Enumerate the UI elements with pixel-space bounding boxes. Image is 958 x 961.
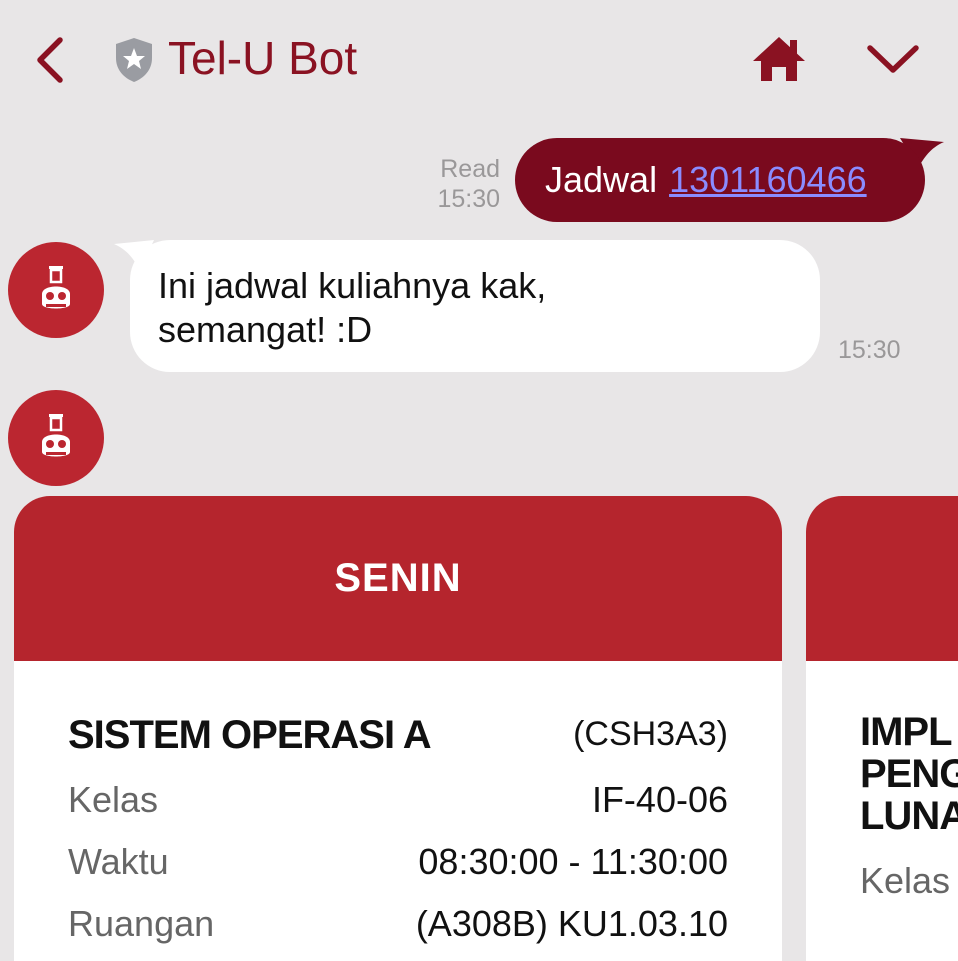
course-name: IMPL PENG LUNA — [860, 710, 958, 838]
card-body: SISTEM OPERASI A (CSH3A3) Kelas IF-40-06… — [14, 661, 782, 944]
detail-row-waktu: Waktu 08:30:00 - 11:30:00 — [68, 842, 728, 882]
bot-message-bubble: Ini jadwal kuliahnya kak, semangat! :D — [130, 240, 820, 372]
chevron-left-icon[interactable] — [28, 32, 72, 88]
chat-screen: Tel-U Bot Read 15:30 Jadwal 1301160466 I… — [0, 0, 958, 961]
detail-label: Kelas — [860, 860, 951, 901]
bot-avatar[interactable] — [8, 242, 104, 338]
user-message-text: Jadwal — [545, 159, 658, 200]
student-id-link[interactable]: 1301160466 — [669, 159, 867, 201]
detail-label: Waktu — [68, 841, 169, 882]
detail-value: 08:30:00 - 11:30:00 — [418, 841, 728, 882]
detail-label: Ruangan — [68, 903, 215, 944]
chat-title: Tel-U Bot — [168, 32, 358, 84]
chat-header: Tel-U Bot — [0, 0, 958, 118]
detail-label: Kelas — [68, 779, 159, 820]
schedule-card[interactable]: IMPL PENG LUNA Kelas — [806, 496, 958, 961]
bot-message-line: Ini jadwal kuliahnya kak, — [158, 265, 547, 306]
user-message-bubble: Jadwal 1301160466 — [515, 138, 925, 222]
read-label: Read — [440, 155, 500, 183]
card-day-header: SENIN — [14, 496, 782, 661]
sent-time: 15:30 — [437, 185, 500, 213]
card-day-header — [806, 496, 958, 661]
bot-message-time: 15:30 — [838, 336, 901, 364]
robot-icon — [42, 414, 70, 457]
detail-row-kelas: Kelas — [860, 861, 958, 901]
detail-value: (A308B) KU1.03.10 — [415, 903, 728, 944]
course-name: SISTEM OPERASI A — [68, 713, 432, 757]
home-icon[interactable] — [750, 34, 808, 84]
detail-row-ruangan: Ruangan (A308B) KU1.03.10 — [68, 904, 728, 944]
detail-value: IF-40-06 — [591, 779, 728, 820]
course-code: (CSH3A3) — [573, 715, 728, 753]
robot-icon — [42, 266, 70, 309]
bot-message-line: semangat! :D — [158, 309, 373, 350]
course-line: SISTEM OPERASI A (CSH3A3) — [68, 713, 728, 758]
detail-row-kelas: Kelas IF-40-06 — [68, 780, 728, 820]
shield-star-icon — [112, 36, 156, 84]
schedule-card[interactable]: SENIN SISTEM OPERASI A (CSH3A3) Kelas IF… — [14, 496, 782, 961]
chevron-down-icon[interactable] — [862, 36, 924, 82]
bot-avatar[interactable] — [8, 390, 104, 486]
message-read-status: Read 15:30 — [420, 154, 500, 214]
card-body: IMPL PENG LUNA Kelas — [806, 661, 958, 901]
